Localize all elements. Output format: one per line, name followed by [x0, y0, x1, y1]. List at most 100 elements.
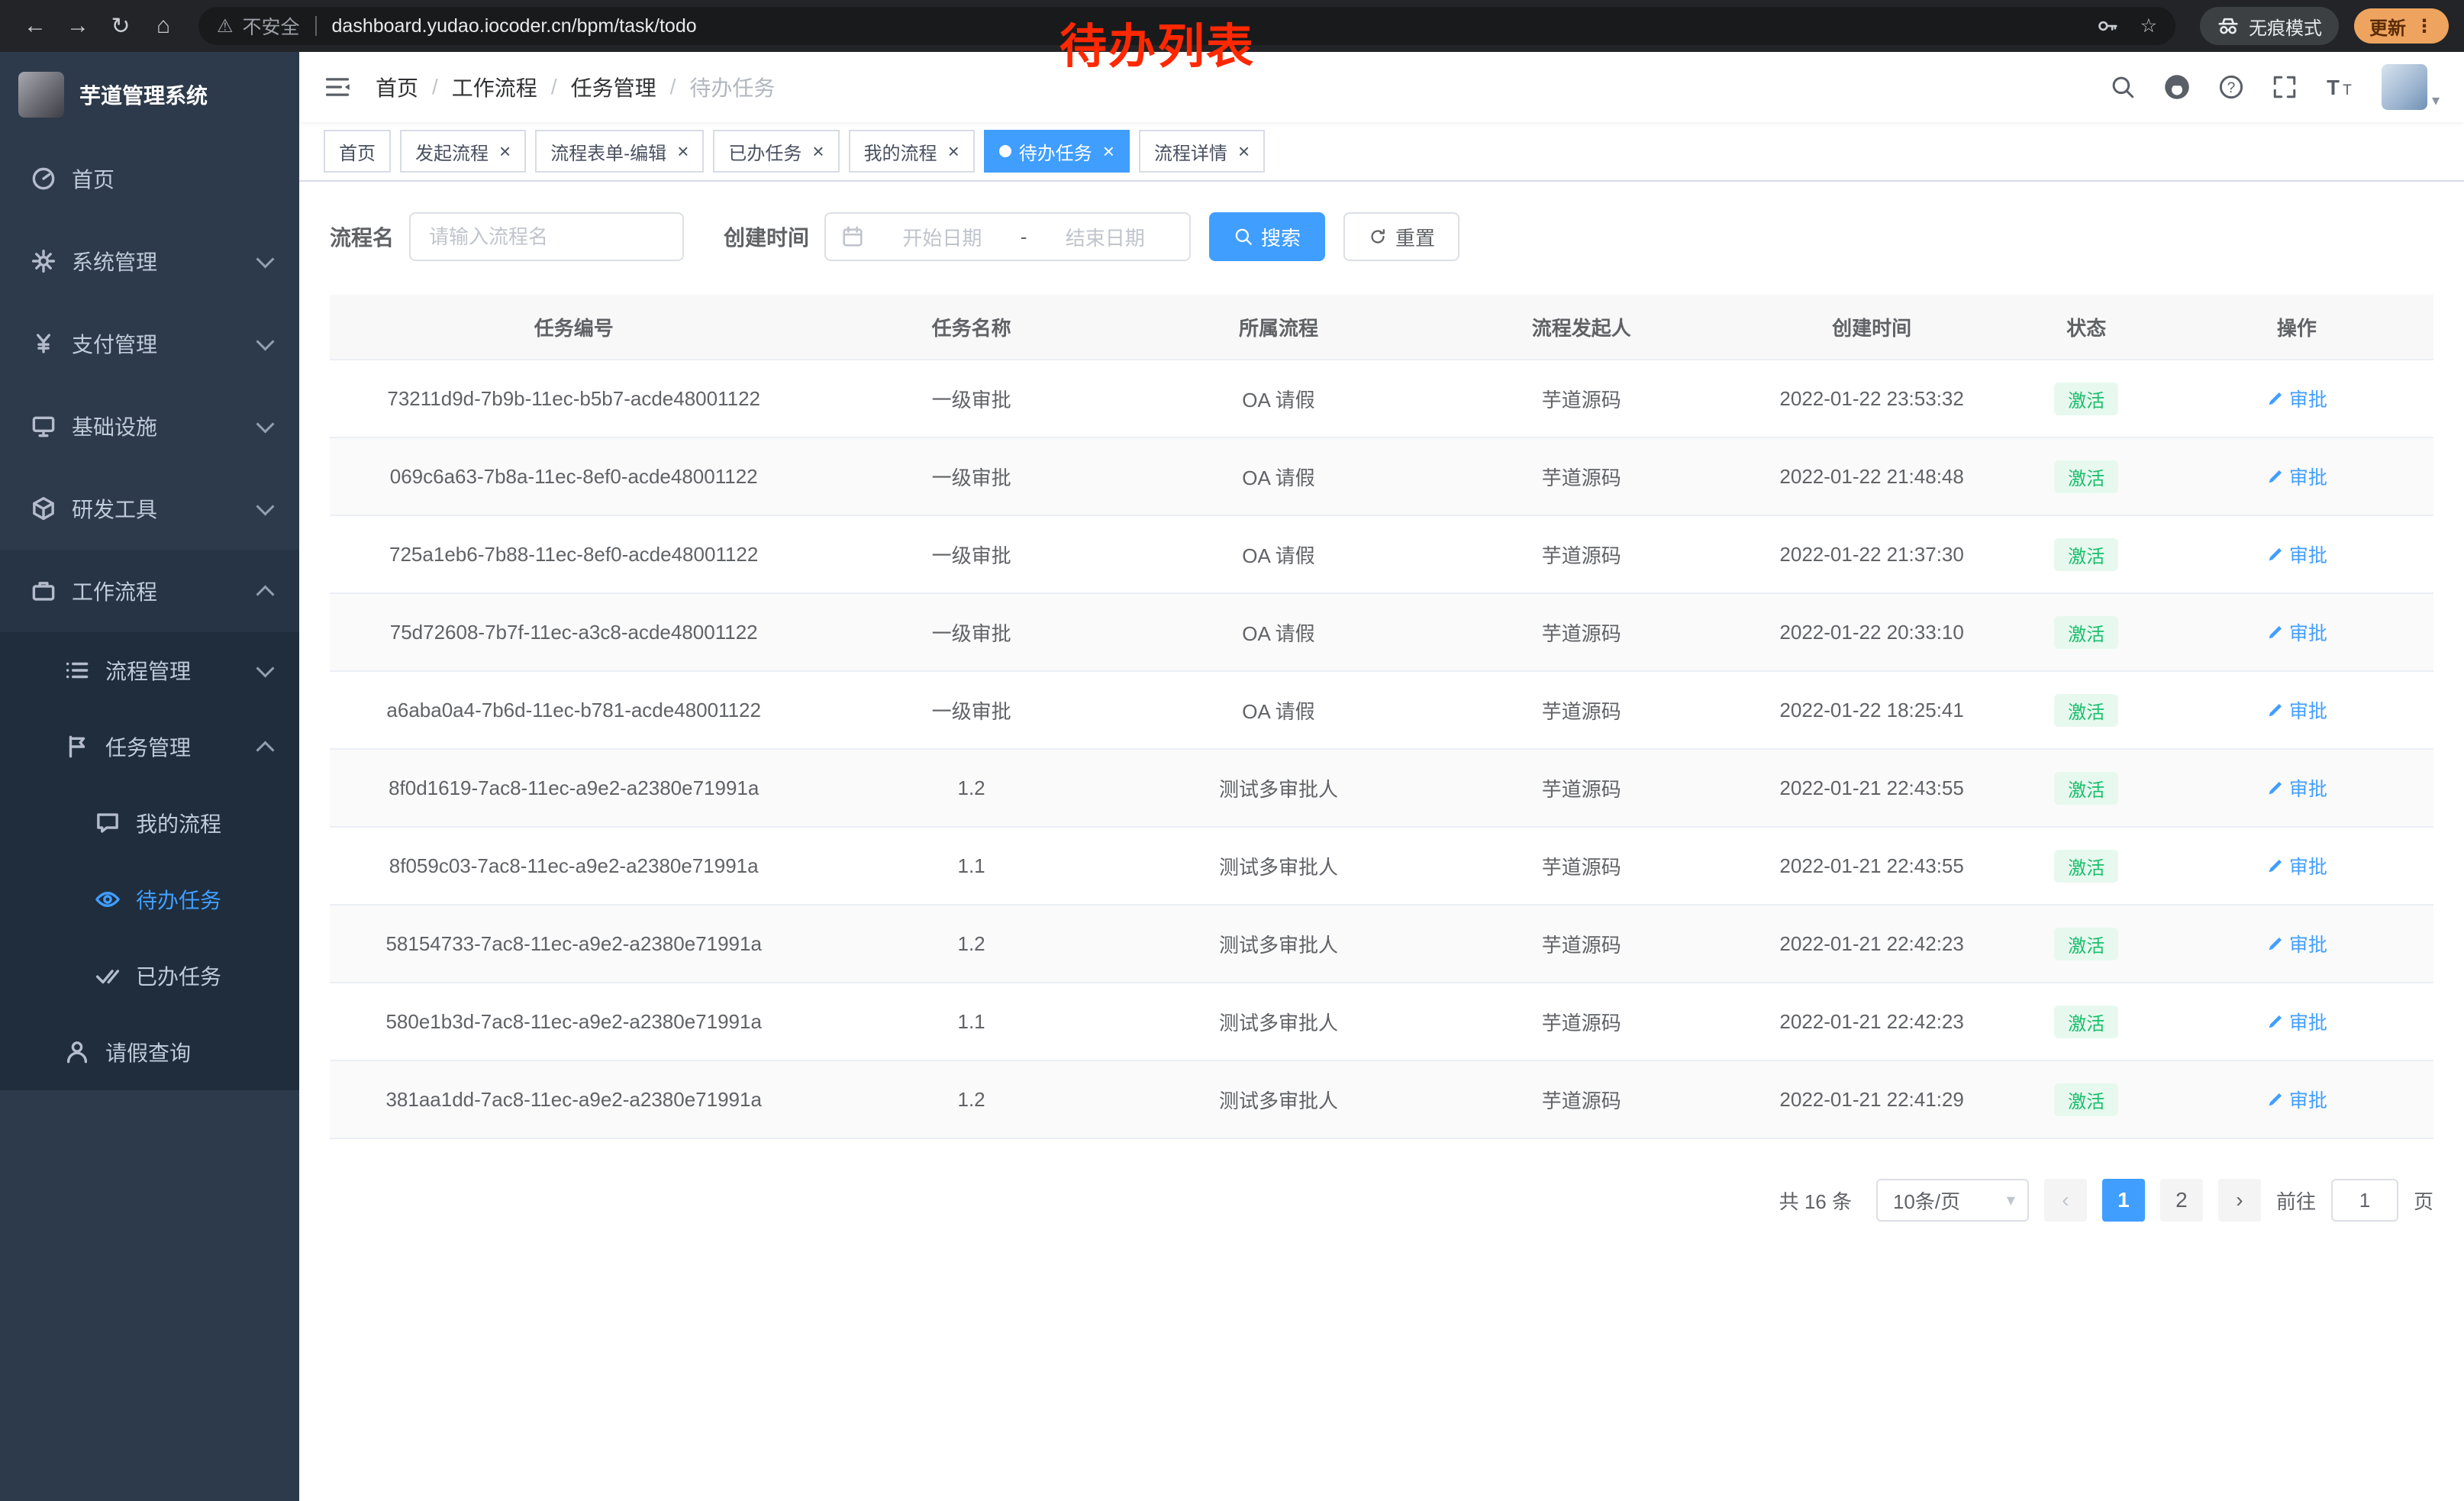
edit-icon	[2266, 934, 2285, 953]
app-shell: 芋道管理系统 首页 系统管理 支付管理 基础设施	[0, 52, 2464, 1501]
approve-link[interactable]: 审批	[2266, 696, 2327, 724]
home-icon[interactable]: ⌂	[144, 6, 183, 46]
sidebar-item-workflow[interactable]: 工作流程	[0, 550, 299, 632]
sidebar-item-system[interactable]: 系统管理	[0, 220, 299, 302]
tab-home[interactable]: 首页	[324, 130, 391, 173]
sidebar-item-done-tasks[interactable]: 已办任务	[0, 938, 299, 1014]
approve-link[interactable]: 审批	[2266, 463, 2327, 490]
page-button-2[interactable]: 2	[2160, 1179, 2203, 1222]
breadcrumb-workflow[interactable]: 工作流程	[452, 72, 537, 102]
sidebar-item-task-management[interactable]: 任务管理	[0, 709, 299, 785]
tab-process-detail[interactable]: 流程详情 ×	[1139, 130, 1265, 173]
date-range-separator: -	[1021, 225, 1027, 249]
cell-action: 审批	[2160, 593, 2433, 671]
approve-link[interactable]: 审批	[2266, 618, 2327, 646]
gear-icon	[31, 248, 56, 274]
fullscreen-icon[interactable]	[2272, 74, 2298, 100]
cell-action: 审批	[2160, 437, 2433, 515]
sidebar-item-home[interactable]: 首页	[0, 137, 299, 220]
tab-todo-tasks[interactable]: 待办任务 ×	[984, 130, 1130, 173]
breadcrumb-home[interactable]: 首页	[376, 72, 418, 102]
cell-task-name: 1.2	[818, 749, 1124, 827]
approve-link[interactable]: 审批	[2266, 774, 2327, 802]
tab-start-process[interactable]: 发起流程 ×	[400, 130, 526, 173]
search-icon[interactable]	[2110, 74, 2136, 100]
cell-create-time: 2022-01-22 21:48:48	[1730, 437, 2012, 515]
person-icon	[64, 1039, 90, 1065]
search-icon	[1234, 227, 1253, 247]
close-icon[interactable]: ×	[1103, 141, 1114, 161]
cell-process: 测试多审批人	[1125, 983, 1432, 1060]
process-name-input[interactable]	[409, 212, 684, 261]
cell-status: 激活	[2013, 1060, 2160, 1138]
briefcase-icon	[31, 578, 56, 604]
main-area: 首页 / 工作流程 / 任务管理 / 待办任务 ?	[299, 52, 2464, 1501]
reset-button[interactable]: 重置	[1343, 212, 1459, 261]
table-row: 069c6a63-7b8a-11ec-8ef0-acde48001122 一级审…	[330, 437, 2433, 515]
sidebar-item-devtools[interactable]: 研发工具	[0, 467, 299, 550]
approve-link[interactable]: 审批	[2266, 1086, 2327, 1113]
sidebar-item-todo-tasks[interactable]: 待办任务	[0, 861, 299, 938]
forward-icon[interactable]: →	[58, 6, 98, 46]
cell-status: 激活	[2013, 515, 2160, 593]
sidebar-item-label: 工作流程	[72, 576, 157, 606]
goto-page-input[interactable]	[2331, 1179, 2398, 1222]
cell-action: 审批	[2160, 827, 2433, 905]
kebab-menu-icon[interactable]: ⋮	[2415, 15, 2433, 37]
approve-link[interactable]: 审批	[2266, 1008, 2327, 1035]
close-icon[interactable]: ×	[499, 141, 511, 161]
cell-action: 审批	[2160, 360, 2433, 437]
cell-initiator: 芋道源码	[1432, 360, 1730, 437]
back-icon[interactable]: ←	[15, 6, 55, 46]
cell-create-time: 2022-01-21 22:42:23	[1730, 983, 2012, 1060]
sidebar-logo[interactable]: 芋道管理系统	[0, 52, 299, 137]
approve-link[interactable]: 审批	[2266, 852, 2327, 880]
cell-action: 审批	[2160, 749, 2433, 827]
table-row: 73211d9d-7b9b-11ec-b5b7-acde48001122 一级审…	[330, 360, 2433, 437]
help-icon[interactable]: ?	[2218, 74, 2244, 100]
tab-form-edit[interactable]: 流程表单-编辑 ×	[535, 130, 704, 173]
incognito-icon	[2217, 15, 2240, 37]
avatar-caret-icon: ▾	[2432, 91, 2440, 110]
breadcrumb-task-management[interactable]: 任务管理	[571, 72, 656, 102]
sidebar-item-infrastructure[interactable]: 基础设施	[0, 385, 299, 467]
approve-link[interactable]: 审批	[2266, 930, 2327, 957]
close-icon[interactable]: ×	[1238, 141, 1250, 161]
reload-icon[interactable]: ↻	[101, 6, 140, 46]
page-button-1[interactable]: 1	[2102, 1179, 2145, 1222]
close-icon[interactable]: ×	[948, 141, 959, 161]
font-size-icon[interactable]: TT	[2325, 74, 2354, 100]
cell-process: 测试多审批人	[1125, 749, 1432, 827]
browser-update-button[interactable]: 更新 ⋮	[2354, 8, 2449, 44]
approve-link[interactable]: 审批	[2266, 541, 2327, 568]
next-page-button[interactable]: ›	[2218, 1179, 2261, 1222]
close-icon[interactable]: ×	[812, 141, 824, 161]
sidebar-item-payment[interactable]: 支付管理	[0, 302, 299, 385]
sidebar-collapse-button[interactable]	[324, 73, 351, 101]
sidebar-item-process-management[interactable]: 流程管理	[0, 632, 299, 709]
user-avatar-menu[interactable]: ▾	[2382, 64, 2440, 110]
close-icon[interactable]: ×	[677, 141, 689, 161]
bookmark-star-icon[interactable]: ☆	[2140, 15, 2157, 37]
sidebar-item-leave-query[interactable]: 请假查询	[0, 1014, 299, 1090]
page-size-value: 10条/页	[1893, 1186, 1960, 1215]
edit-icon	[2266, 623, 2285, 641]
github-icon[interactable]	[2163, 73, 2191, 101]
cell-process: OA 请假	[1125, 671, 1432, 749]
incognito-badge[interactable]: 无痕模式	[2200, 7, 2339, 45]
tab-done-tasks[interactable]: 已办任务 ×	[713, 130, 839, 173]
password-key-icon[interactable]	[2096, 15, 2119, 37]
cell-initiator: 芋道源码	[1432, 827, 1730, 905]
breadcrumb-separator: /	[551, 75, 557, 99]
double-check-icon	[95, 963, 121, 989]
search-button[interactable]: 搜索	[1209, 212, 1325, 261]
sidebar-item-my-process[interactable]: 我的流程	[0, 785, 299, 861]
date-range-picker[interactable]: 开始日期 - 结束日期	[824, 212, 1191, 261]
prev-page-button[interactable]: ‹	[2044, 1179, 2087, 1222]
cell-process: OA 请假	[1125, 515, 1432, 593]
address-bar[interactable]: ⚠ 不安全 dashboard.yudao.iocoder.cn/bpm/tas…	[198, 7, 2175, 45]
tab-my-process[interactable]: 我的流程 ×	[849, 130, 975, 173]
page-size-select[interactable]: 10条/页 ▾	[1876, 1179, 2029, 1222]
approve-link[interactable]: 审批	[2266, 385, 2327, 412]
edit-icon	[2266, 779, 2285, 797]
